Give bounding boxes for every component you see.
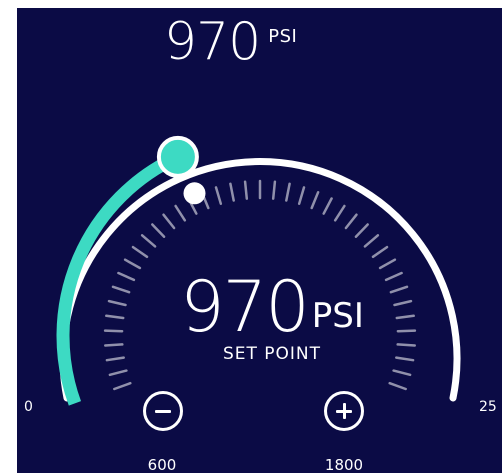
setpoint-label: SET POINT — [222, 344, 322, 364]
gauge-tick — [310, 191, 320, 210]
gauge-tick — [103, 329, 124, 333]
gauge-tick — [384, 271, 403, 282]
increase-button-label: 1800 — [324, 456, 364, 473]
gauge-tick — [105, 314, 125, 320]
gauge-tick — [151, 223, 166, 238]
gauge-tick — [395, 356, 415, 362]
decrease-button[interactable] — [143, 391, 183, 431]
gauge-tick — [393, 299, 413, 307]
gauge-tick — [113, 381, 132, 391]
gauge-tick — [271, 180, 277, 200]
range-max-label: 25 — [479, 399, 497, 415]
gauge-tick — [396, 329, 417, 333]
current-pressure-unit: PSI — [268, 26, 298, 47]
gauge-tick — [140, 234, 157, 248]
gauge-tick — [243, 180, 249, 200]
gauge-tick — [174, 204, 187, 222]
setpoint-readout: 970 PSI — [167, 270, 377, 344]
gauge-tick — [131, 245, 149, 259]
decrease-button-label: 600 — [147, 456, 177, 473]
gauge-tick — [395, 314, 415, 320]
range-min-label: 0 — [24, 399, 33, 415]
pressure-gauge-panel: 970 PSI 970 PSI SET POINT 0 25 600 1800 — [17, 8, 502, 473]
gauge-tick — [117, 271, 136, 282]
gauge-tick — [111, 285, 131, 294]
gauge-tick — [322, 197, 333, 215]
gauge-tick — [392, 369, 412, 377]
gauge-tick — [333, 204, 346, 222]
gauge-tick — [104, 343, 124, 347]
gauge-tick — [162, 213, 176, 230]
gauge-tick — [363, 234, 380, 248]
gauge-tick — [378, 258, 397, 270]
gauge-tick — [285, 182, 291, 202]
current-pressure-value: 970 — [164, 12, 261, 72]
gauge-tick — [354, 223, 369, 238]
gauge-tick — [214, 186, 223, 205]
gauge-dial — [56, 135, 461, 406]
gauge-tick — [396, 343, 416, 347]
gauge-tick — [229, 182, 235, 202]
gauge-tick — [297, 186, 306, 205]
gauge-tick — [123, 258, 142, 270]
setpoint-marker — [183, 182, 206, 205]
gauge-tick — [344, 213, 358, 230]
gauge-level-handle[interactable] — [156, 135, 199, 178]
gauge-tick — [371, 245, 389, 259]
gauge-tick — [389, 285, 409, 294]
gauge-tick — [388, 381, 407, 391]
current-pressure-readout: 970 PSI — [164, 12, 297, 72]
gauge-tick — [107, 299, 127, 307]
gauge-tick — [105, 356, 125, 362]
setpoint-unit: PSI — [311, 296, 364, 336]
setpoint-value: 970 — [180, 266, 310, 348]
increase-button[interactable] — [324, 391, 364, 431]
gauge-tick — [108, 369, 128, 377]
